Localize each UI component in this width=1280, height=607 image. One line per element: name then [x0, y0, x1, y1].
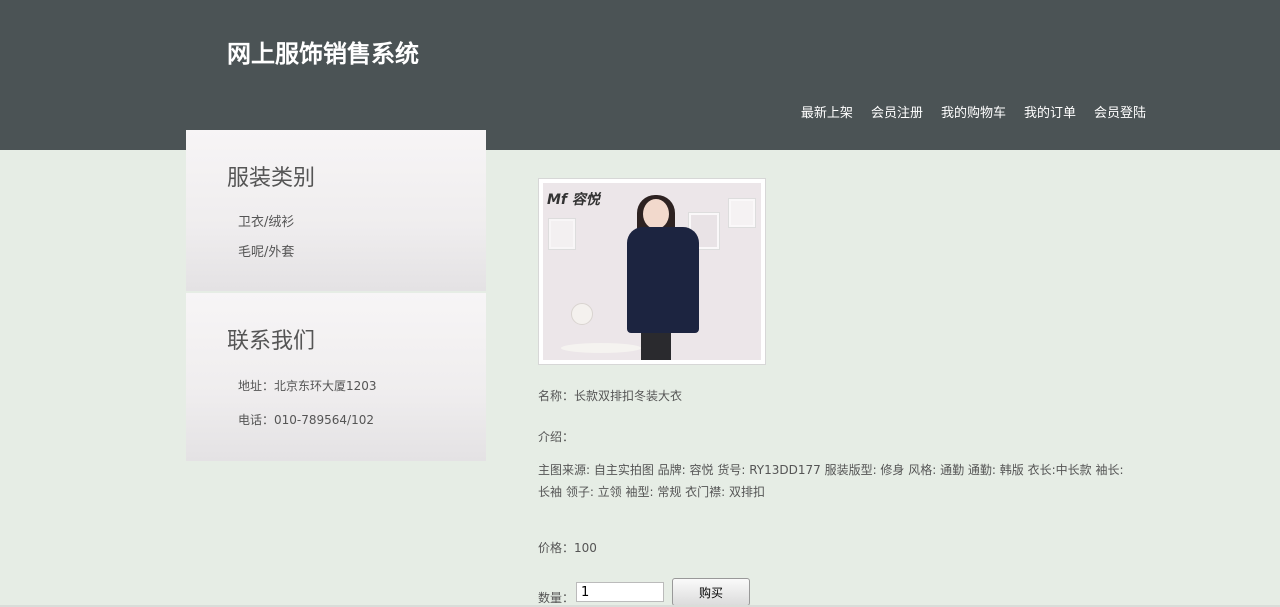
nav-cart[interactable]: 我的购物车 — [941, 102, 1006, 121]
product-photo: Mf 容悦 — [543, 183, 761, 360]
nav-orders[interactable]: 我的订单 — [1024, 102, 1076, 121]
wall-frame — [549, 219, 575, 249]
product-name: 长款双排扣冬装大衣 — [574, 389, 683, 403]
model-legs — [641, 333, 671, 360]
contact-phone: 电话：010-789564/102 — [238, 413, 374, 427]
product-detail: Mf 容悦 名称：长款双排扣冬装大衣 介绍： 主图来源: 自主实拍图 品牌: 容… — [538, 178, 1138, 606]
model-head — [643, 199, 669, 229]
model-coat — [627, 227, 699, 333]
table-shape — [561, 343, 641, 353]
category-item-hoodie[interactable]: 卫衣/绒衫 — [186, 208, 486, 238]
contact-list: 地址：北京东环大厦1203 电话：010-789564/102 — [186, 369, 486, 437]
product-price-row: 价格：100 — [538, 539, 1138, 556]
contact-title: 联系我们 — [227, 329, 316, 354]
category-item-coat[interactable]: 毛呢/外套 — [186, 238, 486, 268]
contact-address: 地址：北京东环大厦1203 — [238, 379, 377, 393]
nav-login[interactable]: 会员登陆 — [1094, 102, 1146, 121]
quantity-input[interactable] — [576, 582, 665, 602]
product-description: 主图来源: 自主实拍图 品牌: 容悦 货号: RY13DD177 服装版型: 修… — [538, 463, 1124, 499]
category-list: 卫衣/绒衫 毛呢/外套 — [186, 208, 486, 268]
wall-frame — [729, 199, 755, 227]
nav-register[interactable]: 会员注册 — [871, 102, 923, 121]
header: 网上服饰销售系统 最新上架 会员注册 我的购物车 我的订单 会员登陆 — [0, 0, 1280, 150]
image-brand-logo: Mf 容悦 — [547, 192, 600, 208]
nav-new-arrivals[interactable]: 最新上架 — [801, 102, 853, 121]
contact-panel: 联系我们 地址：北京东环大厦1203 电话：010-789564/102 — [186, 293, 486, 461]
buy-button[interactable]: 购买 — [672, 578, 751, 606]
product-image: Mf 容悦 — [538, 178, 766, 365]
product-name-row: 名称：长款双排扣冬装大衣 — [538, 387, 1138, 404]
lamp-shape — [571, 303, 593, 325]
category-title: 服装类别 — [227, 166, 316, 191]
name-label: 名称： — [538, 389, 575, 403]
top-nav: 最新上架 会员注册 我的购物车 我的订单 会员登陆 — [801, 102, 1146, 121]
quantity-label: 数量： — [538, 590, 575, 605]
site-title: 网上服饰销售系统 — [227, 39, 419, 68]
price-label: 价格： — [538, 541, 575, 555]
product-price: 100 — [574, 541, 597, 555]
sidebar: 服装类别 卫衣/绒衫 毛呢/外套 联系我们 地址：北京东环大厦1203 电话：0… — [186, 130, 486, 461]
category-panel: 服装类别 卫衣/绒衫 毛呢/外套 — [186, 130, 486, 291]
product-intro-label: 介绍： — [538, 430, 575, 444]
quantity-row: 数量： 购买 — [538, 578, 1138, 606]
